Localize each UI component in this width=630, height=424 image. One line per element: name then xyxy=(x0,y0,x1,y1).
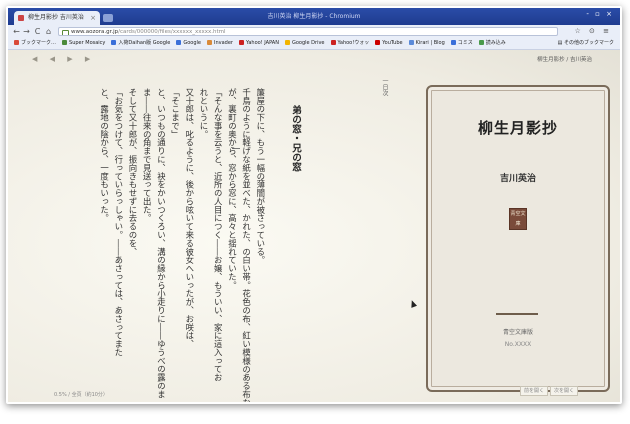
cover-divider xyxy=(496,313,538,315)
bookmark-item[interactable]: Invader xyxy=(206,38,233,49)
bookmark-item[interactable]: YouTube xyxy=(375,38,403,49)
other-bookmarks[interactable]: ▤ その他のブックマーク xyxy=(558,38,614,49)
text-line: ま――往来の角まで見送って出た。 xyxy=(142,88,153,223)
bookmark-item[interactable]: ブックマーク… xyxy=(14,38,56,49)
reading-progress: 0.5% / 全頁（約10分） xyxy=(54,392,108,398)
bookmark-icon xyxy=(62,40,68,45)
cover-number: No.XXXX xyxy=(504,341,532,348)
browser-window: 柳生月影抄 吉川英治 × 吉川英治 柳生月影抄 - Chromium - ▫ ×… xyxy=(6,6,622,404)
bookmark-icon xyxy=(450,40,456,45)
prev-button[interactable]: 前を開く xyxy=(520,386,549,396)
window-title: 吉川英治 柳生月影抄 - Chromium xyxy=(267,13,361,20)
bookmark-label: Yahoo! JAPAN xyxy=(245,40,279,46)
bookmark-icon xyxy=(238,40,244,45)
bookmark-item[interactable]: Yahoo!ウォッ xyxy=(330,38,370,49)
bookmark-icon xyxy=(375,40,381,45)
bookmark-item[interactable]: 入荷Daihan版 Google xyxy=(111,38,170,49)
text-line: そして又十郎が、振向きもせずに去るのを、 xyxy=(128,88,138,256)
bookmark-item[interactable]: コミス xyxy=(450,38,473,49)
text-line: 簾屋の下に、もう一幅の薄闇が被さっている。 xyxy=(255,88,266,265)
bookmark-label: Google Drive xyxy=(291,40,325,46)
bookmark-item[interactable]: Super Mosaicy xyxy=(62,38,105,49)
other-bookmarks-label: その他のブックマーク xyxy=(563,40,614,46)
text-line: が、裏町の奥から、窓から窓に、高々と揺れていた。 xyxy=(227,88,238,290)
cover-title: 柳生月影抄 xyxy=(477,119,558,137)
bookmark-item[interactable]: Yahoo! JAPAN xyxy=(238,38,279,49)
bookmark-label: YouTube xyxy=(382,40,403,46)
forward-button[interactable]: → xyxy=(22,27,31,36)
bookmark-label: Google xyxy=(183,40,201,46)
toolbar-icons[interactable]: ☆ ⊙ ≡ xyxy=(575,27,612,35)
bookmark-label: ブックマーク… xyxy=(21,40,57,46)
reload-button[interactable]: C xyxy=(33,27,42,36)
title-bar: 柳生月影抄 吉川英治 × 吉川英治 柳生月影抄 - Chromium - ▫ × xyxy=(8,8,620,25)
bookmark-label: Yahoo!ウォッ xyxy=(337,40,370,46)
lock-icon xyxy=(62,30,69,35)
bookmark-icon xyxy=(330,40,336,45)
mouse-cursor-icon xyxy=(408,299,418,308)
bookmark-item[interactable]: Google Drive xyxy=(284,38,325,49)
book-cover: 柳生月影抄 吉川英治 青空文庫 青空文庫版 No.XXXX xyxy=(426,85,610,392)
bookmark-item[interactable]: 読み込み xyxy=(478,38,506,49)
bookmarks-bar: ブックマーク… Super Mosaicy 入荷Daihan版 Google Goog… xyxy=(8,38,620,50)
text-line: 千鳥のように軽げな紙を並べた、かれた、の白い帯。花色の布、紅い模様のある布など xyxy=(241,88,252,404)
date-mark: 一日次 xyxy=(381,78,388,96)
bookmark-label: コミス xyxy=(457,40,473,46)
text-line: 「そこまで」 xyxy=(170,88,181,139)
url-host: www.aozora.gr.jp xyxy=(71,29,119,35)
chapter-title: 弟の窓・兄の窓 xyxy=(290,105,301,172)
reader-page: ◀ ◀ ▶ ▶ 柳生月影抄 / 吉川英治 一日次 弟の窓・兄の窓 簾屋の下に、も… xyxy=(8,50,620,402)
cover-author: 吉川英治 xyxy=(499,174,536,184)
url-path: /cards/000000/files/xxxxxx_xxxxx.html xyxy=(118,29,226,35)
bookmark-label: Super Mosaicy xyxy=(69,40,106,46)
bookmark-icon xyxy=(284,40,290,45)
bookmark-label: 入荷Daihan版 Google xyxy=(118,40,171,46)
page-nav-arrows[interactable]: ◀ ◀ ▶ ▶ xyxy=(32,55,95,63)
text-line: と、いつもの通りに、袂をかいつくろい、溝の縁から小走りに――ゆうべの露のま xyxy=(156,88,167,399)
browser-toolbar: ← → C ⌂ www.aozora.gr.jp/cards/000000/fi… xyxy=(8,25,620,38)
text-line: れというに。 xyxy=(199,88,209,139)
next-button[interactable]: 次を開く xyxy=(550,386,579,396)
bookmark-label: 読み込み xyxy=(485,40,506,46)
cover-publisher: 青空文庫版 xyxy=(502,329,533,336)
bookmark-list: ブックマーク… Super Mosaicy 入荷Daihan版 Google Goog… xyxy=(8,40,506,46)
text-line: 「お気をつけて、行っていらっしゃい。――あさっては、あさってまた xyxy=(113,88,124,357)
bookmark-icon xyxy=(408,40,414,45)
breadcrumb: 柳生月影抄 / 吉川英治 xyxy=(537,57,592,63)
bookmark-icon xyxy=(176,40,182,45)
bookmark-icon xyxy=(14,40,19,45)
back-button[interactable]: ← xyxy=(12,27,21,36)
bookmark-icon xyxy=(206,40,212,45)
publisher-seal: 青空文庫 xyxy=(509,208,527,230)
bookmark-label: Kirari | Blog xyxy=(415,40,445,46)
reader-footer-buttons: 前を開く 次を開く xyxy=(518,386,579,396)
home-button[interactable]: ⌂ xyxy=(44,27,53,36)
bookmark-item[interactable]: Google xyxy=(176,38,201,49)
bookmark-icon xyxy=(111,40,117,45)
address-bar[interactable]: www.aozora.gr.jp/cards/000000/files/xxxx… xyxy=(58,27,558,36)
text-line: 「そんな事を云うと、近所の人目につく――お嬢、もういい、家に這入ってお xyxy=(213,88,224,382)
window-controls[interactable]: - ▫ × xyxy=(586,10,614,18)
text-line: と、露地の陰から、一度もいった。 xyxy=(99,88,110,223)
bookmark-icon xyxy=(478,40,484,45)
bookmark-label: Invader xyxy=(213,40,233,46)
bookmark-item[interactable]: Kirari | Blog xyxy=(408,38,445,49)
text-line: 又十郎は、叱るように、後から呟いて来る彼女へいったが、お咲は、 xyxy=(184,88,195,349)
